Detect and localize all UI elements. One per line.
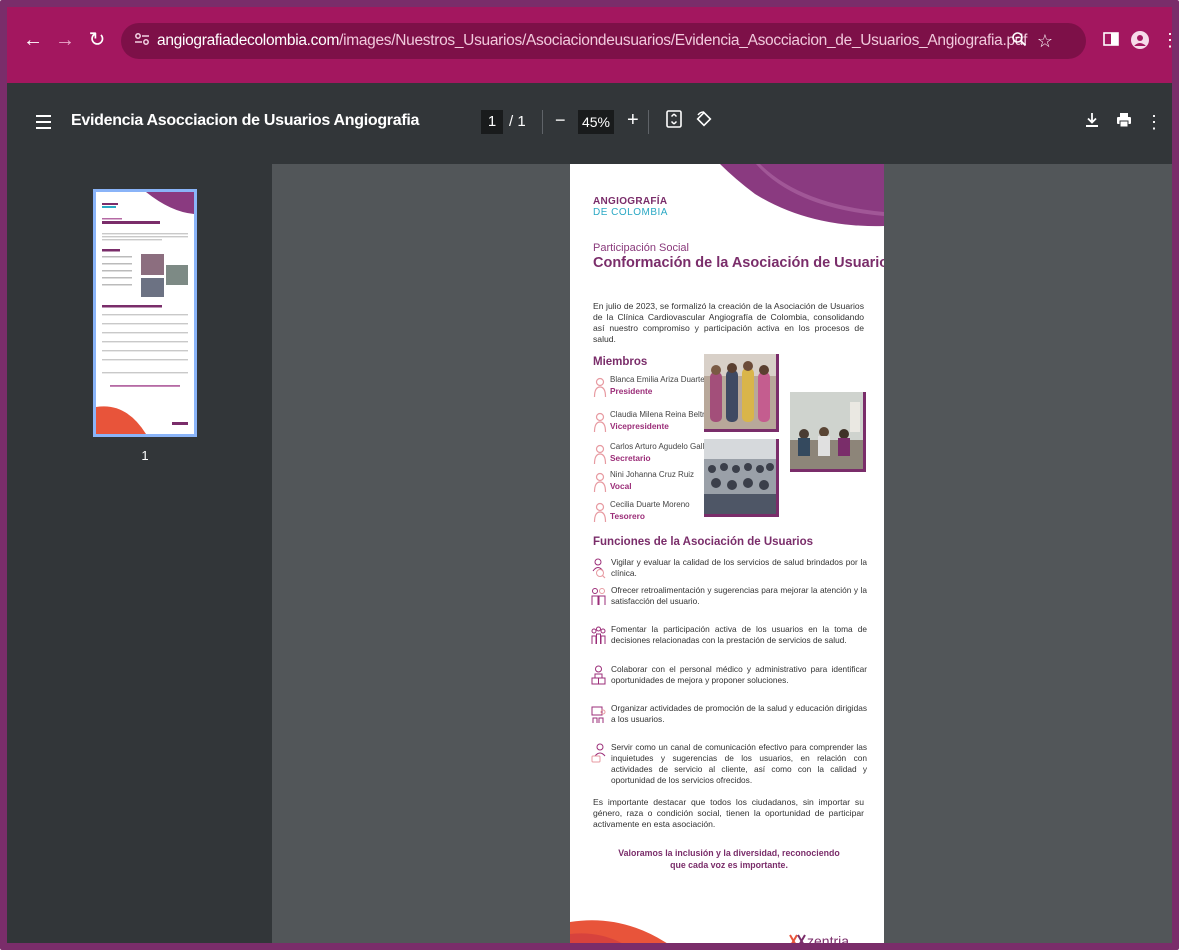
rotate-icon[interactable] <box>693 110 715 134</box>
logo-line-2: DE COLOMBIA <box>593 207 668 218</box>
zoom-magnifier-icon[interactable] <box>1009 31 1029 51</box>
function-text: Vigilar y evaluar la calidad de los serv… <box>611 557 867 578</box>
reload-icon[interactable]: ↻ <box>87 29 107 51</box>
pdf-page: ANGIOGRAFÍA DE COLOMBIA Participación So… <box>570 164 884 949</box>
url-text[interactable]: angiografiadecolombia.com/images/Nuestro… <box>157 32 1027 50</box>
function-text: Servir como un canal de comunicación efe… <box>611 742 867 785</box>
collaboration-icon <box>591 665 606 685</box>
function-text: Organizar actividades de promoción de la… <box>611 703 867 724</box>
page-number-input[interactable]: 1 <box>481 110 503 134</box>
logo-line-1: ANGIOGRAFÍA <box>593 196 668 207</box>
section-kicker: Participación Social <box>593 242 689 254</box>
zoom-in-button[interactable]: + <box>627 109 639 132</box>
member-role: Vocal <box>610 481 632 491</box>
member-role: Secretario <box>610 453 651 463</box>
member-item: Cecilia Duarte Moreno Tesorero <box>593 500 713 530</box>
thumbnail-page-label: 1 <box>141 448 149 463</box>
function-text: Colaborar con el personal médico y admin… <box>611 664 867 685</box>
url-host: angiografiadecolombia.com <box>157 32 340 49</box>
presentation-board-icon <box>591 706 606 723</box>
function-text: Ofrecer retroalimentación y sugerencias … <box>611 585 867 606</box>
browser-window: ← → ↻ angiografiadecolombia.com/images/N… <box>0 0 1179 950</box>
side-panel-icon[interactable] <box>1103 31 1123 51</box>
member-role: Presidente <box>610 386 653 396</box>
intro-paragraph: En julio de 2023, se formalizó la creaci… <box>593 301 864 344</box>
member-item: Nini Johanna Cruz Ruiz Vocal <box>593 470 713 500</box>
meeting-room-photo <box>790 392 866 472</box>
slogan-text: Valoramos la inclusión y la diversidad, … <box>618 848 840 870</box>
person-icon <box>593 377 607 398</box>
fit-to-page-icon[interactable] <box>663 110 685 134</box>
functions-heading: Funciones de la Asociación de Usuarios <box>593 536 814 548</box>
toolbar-divider <box>648 110 649 134</box>
zentria-logo-mark <box>789 934 806 943</box>
browser-toolbar: ← → ↻ angiografiadecolombia.com/images/N… <box>7 7 1172 83</box>
toolbar-divider <box>542 110 543 134</box>
closing-paragraph: Es importante destacar que todos los ciu… <box>593 797 864 829</box>
print-icon[interactable] <box>1113 110 1135 134</box>
thumbnail-sidebar: 1 <box>7 164 272 943</box>
members-group-photo <box>704 354 779 432</box>
person-icon <box>593 502 607 523</box>
page-thumbnail[interactable] <box>93 189 197 437</box>
download-icon[interactable] <box>1081 110 1103 134</box>
site-info-icon[interactable] <box>133 32 151 50</box>
forward-arrow-icon[interactable]: → <box>55 29 75 51</box>
zoom-out-button[interactable]: − <box>555 110 566 131</box>
function-text: Fomentar la participación activa de los … <box>611 624 867 645</box>
page-total: / 1 <box>509 113 526 130</box>
brand-name: zentria <box>807 933 850 949</box>
magnifier-person-icon <box>592 558 606 579</box>
member-name: Blanca Emilia Ariza Duarte <box>610 375 705 384</box>
hamburger-menu-icon[interactable] <box>36 115 51 129</box>
document-heading: Conformación de la Asociación de Usuario… <box>593 255 884 271</box>
bookmark-star-icon[interactable]: ☆ <box>1035 31 1055 51</box>
assembly-audience-photo <box>704 439 779 517</box>
pdf-viewer[interactable]: ANGIOGRAFÍA DE COLOMBIA Participación So… <box>272 164 1172 949</box>
member-role: Vicepresidente <box>610 421 669 431</box>
pdf-toolbar: Evidencia Asocciacion de Usuarios Angiog… <box>7 83 1172 164</box>
members-heading: Miembros <box>593 356 648 368</box>
member-item: Carlos Arturo Agudelo Gallego Secretario <box>593 442 718 472</box>
participation-group-icon <box>591 626 606 644</box>
thumbnail-preview <box>96 192 194 434</box>
back-arrow-icon[interactable]: ← <box>23 29 43 51</box>
member-role: Tesorero <box>610 511 645 521</box>
zoom-level-input[interactable]: 45% <box>578 110 614 134</box>
person-icon <box>593 472 607 493</box>
document-title: Evidencia Asocciacion de Usuarios Angiog… <box>71 112 420 129</box>
member-name: Cecilia Duarte Moreno <box>610 500 690 509</box>
feedback-people-icon <box>591 588 606 605</box>
member-name: Nini Johanna Cruz Ruiz <box>610 470 695 479</box>
browser-menu-icon[interactable]: ⋮ <box>1161 31 1172 51</box>
communication-channel-icon <box>591 743 606 763</box>
member-name: Claudia Milena Reina Beltrán <box>610 410 714 419</box>
member-name: Carlos Arturo Agudelo Gallego <box>610 442 718 451</box>
person-icon <box>593 412 607 433</box>
member-item: Blanca Emilia Ariza Duarte Presidente <box>593 375 713 405</box>
profile-avatar-icon[interactable] <box>1131 31 1151 51</box>
url-path: /images/Nuestros_Usuarios/Asociaciondeus… <box>339 32 1028 49</box>
address-bar[interactable]: angiografiadecolombia.com/images/Nuestro… <box>121 23 1086 59</box>
person-icon <box>593 444 607 465</box>
more-options-icon[interactable]: ⋮ <box>1143 110 1165 134</box>
member-item: Claudia Milena Reina Beltrán Vicepreside… <box>593 410 714 440</box>
